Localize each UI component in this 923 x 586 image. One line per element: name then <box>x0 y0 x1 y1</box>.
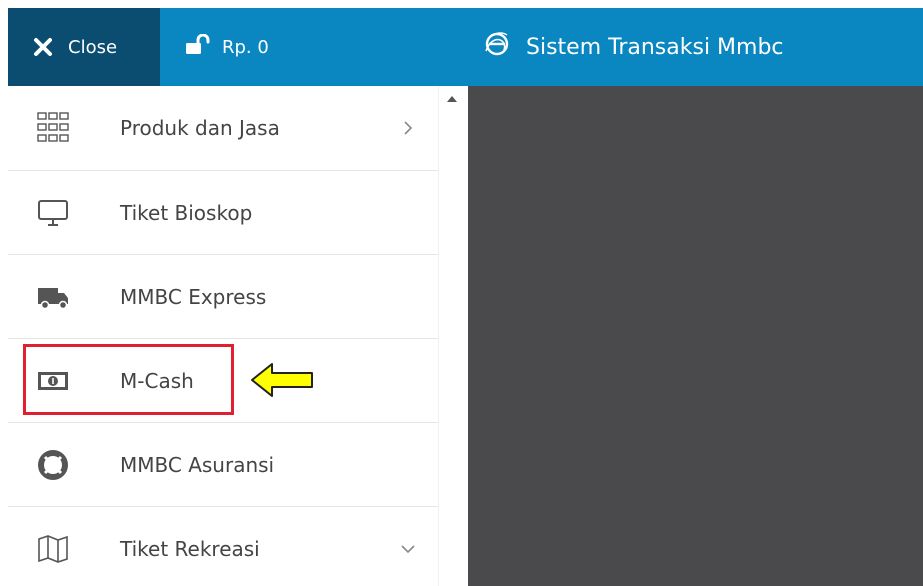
sidebar-item-label: Tiket Rekreasi <box>120 536 260 561</box>
sidebar-menu: Produk dan Jasa Tiket Bioskop MMBC Expre… <box>8 86 438 586</box>
sidebar-item-mmbc-express[interactable]: MMBC Express <box>8 255 438 339</box>
top-bar: Close Rp. 0 Sistem Transaksi Mmbc <box>8 8 923 86</box>
sidebar-item-label: MMBC Asuransi <box>120 452 275 477</box>
money-icon <box>36 364 70 398</box>
scroll-up-arrow-icon[interactable] <box>447 96 457 102</box>
balance-amount: Rp. 0 <box>222 36 269 58</box>
balance-display[interactable]: Rp. 0 <box>184 8 269 86</box>
close-button[interactable]: Close <box>8 8 160 86</box>
pointer-arrow-icon <box>251 363 313 397</box>
chevron-down-icon <box>400 541 416 557</box>
map-icon <box>36 532 70 566</box>
sidebar-item-m-cash[interactable]: M-Cash <box>8 339 438 423</box>
sidebar-item-tiket-bioskop[interactable]: Tiket Bioskop <box>8 171 438 255</box>
monitor-icon <box>36 196 70 230</box>
app-title-text: Sistem Transaksi Mmbc <box>526 34 784 60</box>
app-title: Sistem Transaksi Mmbc <box>482 8 784 86</box>
sidebar-item-tiket-rekreasi[interactable]: Tiket Rekreasi <box>8 507 438 586</box>
main-content-area <box>468 86 923 586</box>
sidebar-item-label: Produk dan Jasa <box>120 116 280 140</box>
sidebar-item-label: Tiket Bioskop <box>120 200 253 225</box>
ie-logo-icon <box>482 29 512 65</box>
sidebar-item-label: M-Cash <box>120 368 194 393</box>
grid-icon <box>36 111 70 145</box>
lifebuoy-icon <box>36 448 70 482</box>
sidebar-scrollbar[interactable] <box>438 86 468 586</box>
sidebar-item-mmbc-asuransi[interactable]: MMBC Asuransi <box>8 423 438 507</box>
chevron-right-icon <box>400 120 416 136</box>
close-icon <box>32 36 54 58</box>
truck-icon <box>36 280 70 314</box>
sidebar-item-label: MMBC Express <box>120 284 267 309</box>
sidebar-item-produk-dan-jasa[interactable]: Produk dan Jasa <box>8 86 438 171</box>
unlock-icon <box>184 33 210 61</box>
close-label: Close <box>68 36 118 58</box>
